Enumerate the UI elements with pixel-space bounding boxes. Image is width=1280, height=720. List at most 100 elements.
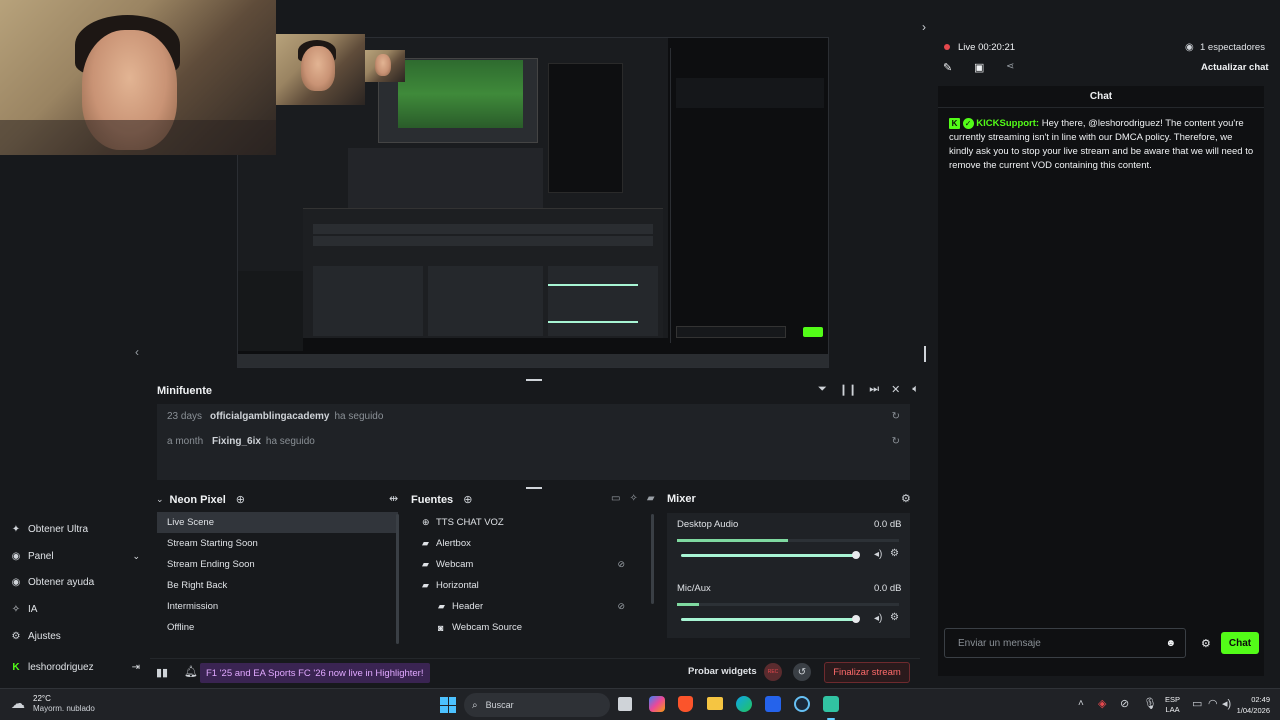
gear-icon[interactable]: ⚙: [901, 492, 911, 505]
volume-slider-knob[interactable]: [852, 551, 860, 559]
source-item[interactable]: ▰ Alertbox: [412, 533, 652, 554]
folder-icon: ▰: [438, 601, 445, 611]
resize-handle[interactable]: [924, 346, 926, 362]
chat-title: Chat: [938, 86, 1264, 108]
chat-input[interactable]: Enviar un mensaje ☻: [944, 628, 1186, 658]
network-icon[interactable]: ⊘: [1120, 697, 1129, 710]
sidebar-item-settings[interactable]: ⚙ Ajustes: [10, 626, 140, 646]
pause-icon[interactable]: ❙❙: [839, 383, 857, 396]
sources-dock: Fuentes ⊕ ▭ ✧ ▰ ⊕ TTS CHAT VOZ ▰ Alertbox …: [405, 490, 660, 655]
display-icon[interactable]: ▭: [1192, 697, 1202, 710]
share-icon[interactable]: ⋖: [1006, 61, 1014, 72]
drag-handle[interactable]: [526, 487, 542, 489]
transition-icon[interactable]: ⇹: [389, 492, 398, 505]
weather-icon[interactable]: ☁: [11, 695, 25, 712]
sidebar-item-help[interactable]: ◉ Obtener ayuda: [10, 572, 140, 592]
sidebar-user[interactable]: Kleshorodriguez ⇥: [10, 657, 140, 677]
microphone-icon[interactable]: 🎙︎: [1143, 697, 1157, 710]
chevron-up-icon[interactable]: ˄: [1078, 698, 1084, 709]
sidebar-item-panel[interactable]: ◉ Panel ⌄: [10, 546, 140, 566]
rec-button[interactable]: REC: [764, 663, 782, 681]
gear-icon[interactable]: ⚙: [890, 612, 899, 623]
collapse-right-icon[interactable]: ›: [922, 20, 926, 34]
replay-icon[interactable]: ↻: [892, 411, 900, 422]
end-stream-button[interactable]: Finalizar stream: [824, 662, 910, 683]
taskview-icon[interactable]: [618, 697, 632, 711]
sidebar-item-ultra[interactable]: ✦ Obtener Ultra: [10, 519, 140, 539]
refresh-chat-button[interactable]: Actualizar chat: [1201, 62, 1269, 73]
volume-slider-knob[interactable]: [852, 615, 860, 623]
selective-recording-icon[interactable]: ▭: [611, 493, 620, 504]
emoji-icon[interactable]: ☻: [1165, 638, 1176, 649]
send-chat-button[interactable]: Chat: [1221, 632, 1259, 654]
source-item[interactable]: ◙ Webcam Source: [412, 617, 652, 638]
sidebar-item-ai[interactable]: ✧ IA: [10, 599, 140, 619]
meter-fill: [677, 603, 700, 606]
gear-icon[interactable]: ⚙: [890, 548, 899, 559]
filter-icon[interactable]: ⏷: [818, 383, 827, 396]
scrollbar[interactable]: [651, 514, 654, 604]
file-explorer-icon[interactable]: [707, 697, 723, 710]
replay-buffer-button[interactable]: ↺: [793, 663, 811, 681]
scrollbar[interactable]: [396, 514, 399, 644]
gear-icon: ⚙: [11, 630, 21, 642]
hidden-eye-icon[interactable]: ⊘: [617, 559, 625, 570]
brave-icon[interactable]: [678, 696, 693, 712]
steam-icon[interactable]: [794, 696, 810, 712]
volume-icon[interactable]: ◂): [874, 549, 882, 560]
start-icon[interactable]: [440, 697, 456, 713]
scene-item-live[interactable]: Live Scene: [157, 512, 398, 533]
scene-item[interactable]: Offline: [157, 617, 398, 638]
add-scene-icon[interactable]: ⊕: [236, 493, 245, 506]
news-ticker[interactable]: F1 '25 and EA Sports FC '26 now live in …: [200, 663, 430, 683]
weather-temp[interactable]: 22°C: [33, 694, 51, 703]
source-item[interactable]: ▰ Header ⊘: [412, 596, 652, 617]
store-icon[interactable]: [765, 696, 781, 712]
bell-icon[interactable]: 🔔︎: [184, 665, 198, 678]
audio-meter: [677, 539, 899, 542]
language-indicator[interactable]: ESP LAA: [1165, 695, 1180, 715]
clock[interactable]: 02:49 1/04/2026: [1228, 694, 1270, 716]
taskbar-search[interactable]: ⌕ Buscar: [464, 693, 610, 717]
copilot-icon[interactable]: [649, 696, 665, 712]
scene-item[interactable]: Be Right Back: [157, 575, 398, 596]
streamlabs-icon[interactable]: [823, 696, 839, 712]
verified-badge-icon: ✓: [962, 118, 974, 129]
scene-item[interactable]: Stream Starting Soon: [157, 533, 398, 554]
stats-icon[interactable]: ▮▮: [156, 666, 168, 679]
wifi-icon[interactable]: ◠: [1208, 697, 1218, 710]
chat-username[interactable]: KICKSupport:: [976, 118, 1039, 129]
logout-icon[interactable]: ⇥: [132, 662, 140, 673]
weather-desc[interactable]: Mayorm. nublado: [33, 704, 95, 713]
volume-slider[interactable]: [681, 618, 857, 621]
replay-icon[interactable]: ↻: [892, 436, 900, 447]
volume-icon[interactable]: 🔈︎: [912, 383, 919, 396]
scene-collection-title[interactable]: Neon Pixel: [170, 494, 226, 506]
gear-icon[interactable]: ⚙: [1201, 637, 1211, 650]
edit-icon[interactable]: ✎: [943, 61, 952, 74]
folder-add-icon[interactable]: ▰: [647, 493, 655, 504]
mute-alerts-icon[interactable]: ✕: [891, 383, 900, 396]
volume-slider[interactable]: [681, 554, 857, 557]
windows-taskbar: ☁ 22°C Mayorm. nublado ⌕ Buscar ˄ ◈ ⊘ 🎙︎…: [0, 688, 1280, 720]
source-item[interactable]: ⊕ TTS CHAT VOZ: [412, 512, 652, 533]
bag-icon[interactable]: ▣: [974, 61, 984, 74]
camera-icon: ◙: [438, 622, 444, 633]
source-item[interactable]: ▰ Horizontal: [412, 575, 652, 596]
edge-icon[interactable]: [736, 696, 752, 712]
webcam-nested-2: [365, 50, 405, 82]
scene-item[interactable]: Stream Ending Soon: [157, 554, 398, 575]
skip-icon[interactable]: ⏭: [869, 383, 879, 396]
volume-icon[interactable]: ◂): [874, 613, 882, 624]
chevron-down-icon[interactable]: ⌄: [156, 494, 164, 505]
drag-handle[interactable]: [526, 379, 542, 381]
mute-icon[interactable]: ✧: [629, 493, 637, 504]
add-source-icon[interactable]: ⊕: [463, 493, 472, 506]
test-widgets-button[interactable]: Probar widgets: [688, 666, 757, 677]
scene-item[interactable]: Intermission: [157, 596, 398, 617]
hidden-eye-icon[interactable]: ⊘: [617, 601, 625, 612]
tray-app-icon[interactable]: ◈: [1098, 697, 1106, 710]
collapse-left-icon[interactable]: ‹: [135, 345, 139, 359]
kick-logo-icon: K: [12, 661, 20, 673]
source-item[interactable]: ▰ Webcam ⊘: [412, 554, 652, 575]
